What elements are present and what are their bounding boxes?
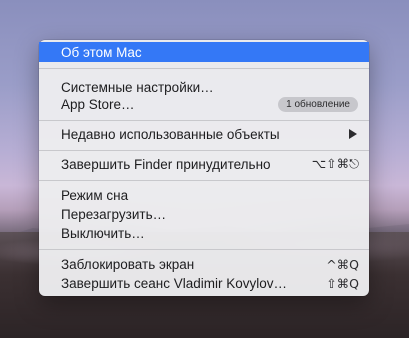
menu-item-recent-items[interactable]: Недавно использованные объекты: [39, 124, 369, 144]
chevron-right-icon: [349, 129, 357, 139]
menu-item-label: Режим сна: [61, 187, 129, 203]
apple-menu: Об этом Mac Системные настройки… App Sto…: [39, 40, 369, 296]
menu-item-sleep[interactable]: Режим сна: [39, 185, 369, 205]
menu-item-shutdown[interactable]: Выключить…: [39, 223, 369, 243]
menu-item-lock-screen[interactable]: Заблокировать экран ^⌘Q: [39, 254, 369, 274]
menu-item-label: Недавно использованные объекты: [61, 126, 280, 142]
keyboard-shortcut: ⌥⇧⌘⎋: [311, 156, 359, 171]
menu-separator: [39, 180, 369, 181]
keyboard-shortcut: ⇧⌘Q: [326, 275, 359, 291]
menu-separator: [39, 68, 369, 69]
menu-item-restart[interactable]: Перезагрузить…: [39, 204, 369, 224]
menu-item-label: Выключить…: [61, 225, 145, 241]
menu-item-force-quit[interactable]: Завершить Finder принудительно ⌥⇧⌘⎋: [39, 154, 369, 174]
keyboard-shortcut: ^⌘Q: [326, 256, 359, 272]
menu-item-app-store[interactable]: App Store… 1 обновление: [39, 94, 369, 114]
menu-item-label: Системные настройки…: [61, 79, 214, 95]
menu-separator: [39, 120, 369, 121]
menu-item-label: App Store…: [61, 96, 135, 112]
menu-separator: [39, 150, 369, 151]
menu-item-label: Завершить Finder принудительно: [61, 156, 271, 172]
menu-item-about-this-mac[interactable]: Об этом Mac: [39, 42, 369, 62]
menu-item-label: Завершить сеанс Vladimir Kovylov…: [61, 275, 288, 291]
menu-separator: [39, 249, 369, 250]
menu-item-label: Об этом Mac: [61, 44, 142, 60]
menu-item-log-out[interactable]: Завершить сеанс Vladimir Kovylov… ⇧⌘Q: [39, 273, 369, 293]
updates-badge: 1 обновление: [278, 97, 358, 112]
menu-item-label: Перезагрузить…: [61, 206, 167, 222]
menu-item-label: Заблокировать экран: [61, 256, 195, 272]
